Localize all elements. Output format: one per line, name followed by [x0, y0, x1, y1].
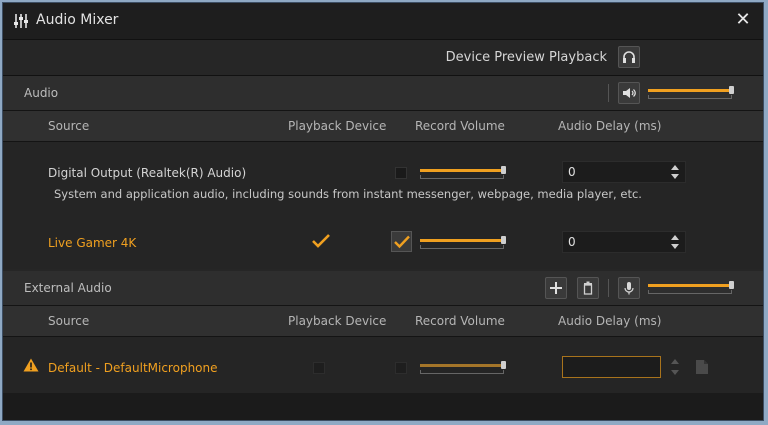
- slider-fill: [420, 239, 501, 242]
- source-description: System and application audio, including …: [54, 187, 642, 201]
- source-name: Digital Output (Realtek(R) Audio): [48, 166, 247, 180]
- increment-icon[interactable]: [671, 165, 679, 170]
- microphone-button[interactable]: [618, 277, 640, 299]
- column-audio-delay: Audio Delay (ms): [558, 119, 662, 133]
- column-source: Source: [48, 314, 90, 328]
- audio-delay-stepper[interactable]: 0: [562, 161, 686, 183]
- close-button[interactable]: ✕: [733, 10, 753, 30]
- column-playback-device: Playback Device: [288, 314, 387, 328]
- record-checkbox[interactable]: [395, 167, 407, 179]
- slider-fill: [648, 89, 729, 92]
- divider: [608, 279, 609, 297]
- column-record-volume: Record Volume: [415, 314, 505, 328]
- audio-master-volume-slider[interactable]: [648, 86, 736, 100]
- column-source: Source: [48, 119, 90, 133]
- speaker-icon: [623, 88, 636, 98]
- decrement-icon[interactable]: [671, 244, 679, 249]
- external-audio-label: External Audio: [24, 281, 112, 295]
- slider-ticks: [420, 370, 504, 374]
- footer: [3, 393, 763, 420]
- warning-icon: [23, 358, 39, 372]
- slider-ticks: [420, 175, 504, 179]
- record-volume-slider[interactable]: [420, 166, 508, 180]
- add-source-button[interactable]: [545, 277, 567, 299]
- playback-checkmark-icon[interactable]: [311, 233, 331, 249]
- plus-icon: [550, 282, 562, 294]
- speaker-button[interactable]: [618, 82, 640, 104]
- delay-value[interactable]: 0: [568, 235, 576, 249]
- divider: [608, 84, 609, 102]
- window-title: Audio Mixer: [36, 12, 119, 28]
- delay-value[interactable]: 0: [568, 165, 576, 179]
- device-preview-label: Device Preview Playback: [445, 50, 607, 65]
- decrement-icon[interactable]: [671, 370, 679, 375]
- audio-column-headers: Source Playback Device Record Volume Aud…: [3, 111, 763, 142]
- audio-delay-input[interactable]: [562, 356, 661, 378]
- slider-knob[interactable]: [728, 281, 734, 289]
- increment-icon[interactable]: [671, 359, 679, 364]
- slider-ticks: [648, 290, 732, 294]
- checkmark-icon: [394, 235, 410, 249]
- record-checkbox[interactable]: [391, 231, 412, 252]
- increment-icon[interactable]: [671, 235, 679, 240]
- slider-ticks: [420, 245, 504, 249]
- external-master-volume-slider[interactable]: [648, 281, 736, 295]
- external-audio-section-header: External Audio: [3, 271, 763, 306]
- delay-stepper-arrows[interactable]: [665, 356, 685, 378]
- slider-fill: [420, 364, 501, 367]
- delete-source-button[interactable]: [577, 277, 599, 299]
- audio-delay-stepper[interactable]: 0: [562, 231, 686, 253]
- slider-knob[interactable]: [500, 236, 506, 244]
- slider-ticks: [648, 95, 732, 99]
- document-icon[interactable]: [695, 359, 709, 375]
- record-checkbox[interactable]: [395, 362, 407, 374]
- source-name: Default - DefaultMicrophone: [48, 361, 218, 375]
- preview-row: Device Preview Playback: [3, 40, 763, 76]
- microphone-icon: [624, 282, 634, 295]
- slider-knob[interactable]: [728, 86, 734, 94]
- playback-checkbox[interactable]: [313, 362, 325, 374]
- external-source-list: Default - DefaultMicrophone: [3, 337, 763, 393]
- slider-fill: [420, 169, 501, 172]
- column-record-volume: Record Volume: [415, 119, 505, 133]
- record-volume-slider[interactable]: [420, 236, 508, 250]
- decrement-icon[interactable]: [671, 174, 679, 179]
- column-playback-device: Playback Device: [288, 119, 387, 133]
- slider-knob[interactable]: [500, 361, 506, 369]
- title-bar: Audio Mixer ✕: [3, 3, 763, 40]
- trash-icon: [583, 281, 593, 295]
- source-name: Live Gamer 4K: [48, 236, 137, 250]
- audio-mixer-window: Audio Mixer ✕ Device Preview Playback Au…: [2, 2, 764, 421]
- record-volume-slider[interactable]: [420, 361, 508, 375]
- column-audio-delay: Audio Delay (ms): [558, 314, 662, 328]
- slider-knob[interactable]: [500, 166, 506, 174]
- audio-source-list: Digital Output (Realtek(R) Audio) 0 Syst…: [3, 142, 763, 269]
- audio-section-label: Audio: [24, 86, 59, 100]
- slider-fill: [648, 284, 729, 287]
- external-column-headers: Source Playback Device Record Volume Aud…: [3, 306, 763, 337]
- mixer-icon: [14, 14, 28, 28]
- headphones-button[interactable]: [618, 46, 640, 68]
- audio-section-header: Audio: [3, 76, 763, 111]
- headphones-icon: [623, 51, 635, 63]
